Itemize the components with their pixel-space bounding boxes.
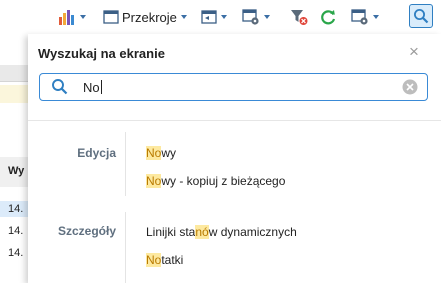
layout-button[interactable] xyxy=(201,7,227,27)
clear-search-icon[interactable] xyxy=(402,79,418,95)
panel-layout-icon xyxy=(201,10,217,24)
window-gear-icon xyxy=(242,9,259,25)
table-cell: 14. xyxy=(8,247,24,259)
table-cell: 14. xyxy=(8,225,24,237)
result-item[interactable]: Linijki stanów dynamicznych xyxy=(146,225,297,239)
refresh-icon xyxy=(321,10,336,25)
category-label-edycja: Edycja xyxy=(77,146,116,160)
window-settings-button[interactable] xyxy=(242,7,270,27)
close-icon[interactable]: × xyxy=(409,43,419,60)
search-icon xyxy=(52,79,68,95)
chevron-down-icon xyxy=(221,15,227,19)
category-divider xyxy=(125,212,126,283)
category-label-szczegoly: Szczegóły xyxy=(57,224,116,238)
view-settings-button[interactable] xyxy=(351,7,379,27)
window-icon xyxy=(103,10,119,24)
chevron-down-icon xyxy=(80,15,86,19)
search-text: No xyxy=(83,80,102,95)
result-text: wy xyxy=(161,146,177,160)
table-cell: 14. xyxy=(8,203,24,215)
divider xyxy=(0,81,28,82)
result-text: w dynamicznych xyxy=(208,225,297,239)
przekroje-button[interactable]: Przekroje xyxy=(103,7,187,27)
column-header: Wy xyxy=(8,165,25,177)
search-value: No xyxy=(83,80,100,95)
chevron-down-icon xyxy=(264,15,270,19)
search-input[interactable]: No xyxy=(39,73,428,101)
result-match: No xyxy=(146,253,162,267)
chevron-down-icon xyxy=(180,15,187,19)
result-item[interactable]: Nowy xyxy=(146,146,176,160)
magnifier-icon xyxy=(414,9,429,24)
chevron-down-icon xyxy=(373,15,379,19)
grid-band xyxy=(0,85,28,103)
result-text: tatki xyxy=(161,253,184,267)
search-panel: Wyszukaj na ekranie × No Edycja Nowy Now… xyxy=(28,34,441,283)
result-match: No xyxy=(146,146,162,160)
filter-clear-icon xyxy=(291,10,308,25)
result-item[interactable]: Nowy - kopiuj z bieżącego xyxy=(146,174,285,188)
search-screen-button[interactable] xyxy=(409,4,433,28)
result-text: Linijki sta xyxy=(146,225,196,239)
chart-button[interactable] xyxy=(58,7,86,27)
przekroje-label: Przekroje xyxy=(122,9,177,25)
result-match: No xyxy=(146,174,162,188)
result-text: wy - kopiuj z bieżącego xyxy=(161,174,286,188)
window-gear-icon xyxy=(351,9,368,25)
background-grid: Wy 14. 14. 14. xyxy=(0,34,28,283)
divider xyxy=(28,120,441,121)
grid-band xyxy=(0,65,28,81)
text-cursor xyxy=(100,80,102,94)
refresh-button[interactable] xyxy=(319,7,337,27)
clear-filter-button[interactable] xyxy=(290,7,308,27)
result-match: nó xyxy=(195,225,209,239)
panel-title: Wyszukaj na ekranie xyxy=(38,46,165,61)
bar-chart-icon xyxy=(59,10,74,25)
result-item[interactable]: Notatki xyxy=(146,253,183,267)
category-divider xyxy=(125,132,126,196)
toolbar: Przekroje xyxy=(0,0,441,34)
